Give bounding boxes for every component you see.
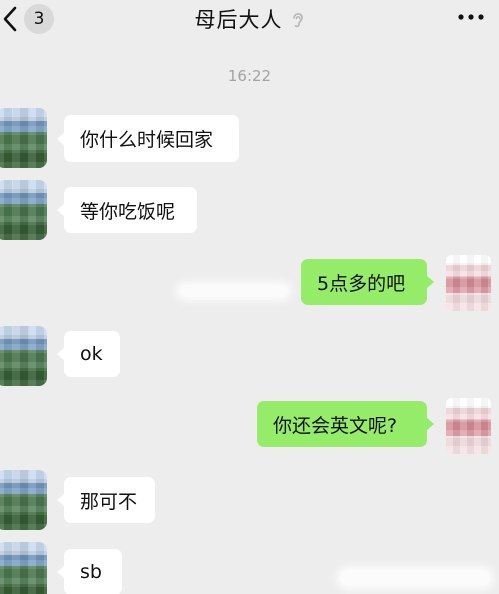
message-bubble-outgoing[interactable]: 你还会英文呢? [257, 401, 434, 447]
contact-avatar[interactable] [0, 180, 47, 240]
chat-header: 3 母后大人 [0, 0, 499, 40]
contact-avatar[interactable] [0, 542, 47, 594]
message-bubble-incoming[interactable]: sb [57, 549, 122, 594]
blur-overlay [340, 570, 490, 586]
ear-icon [292, 13, 303, 28]
message-bubble-incoming[interactable]: 你什么时候回家 [57, 115, 239, 162]
chat-title: 母后大人 [194, 8, 283, 32]
chat-screen: 3 母后大人 16:22 你什么时候回家 等你吃饭呢 5点多的吧 ok 你还会英… [0, 0, 499, 594]
contact-avatar[interactable] [0, 326, 47, 386]
message-bubble-incoming[interactable]: 等你吃饭呢 [57, 187, 197, 233]
message-bubble-incoming[interactable]: ok [57, 331, 120, 377]
contact-avatar[interactable] [0, 108, 47, 168]
title-area: 母后大人 [0, 4, 499, 34]
contact-avatar[interactable] [0, 470, 47, 530]
my-avatar[interactable] [446, 255, 491, 311]
blur-overlay [180, 285, 288, 297]
more-dots-icon[interactable] [457, 7, 485, 27]
message-bubble-outgoing[interactable]: 5点多的吧 [301, 259, 434, 305]
message-timestamp: 16:22 [227, 67, 272, 85]
message-bubble-incoming[interactable]: 那可不 [57, 477, 155, 523]
my-avatar[interactable] [446, 398, 491, 454]
